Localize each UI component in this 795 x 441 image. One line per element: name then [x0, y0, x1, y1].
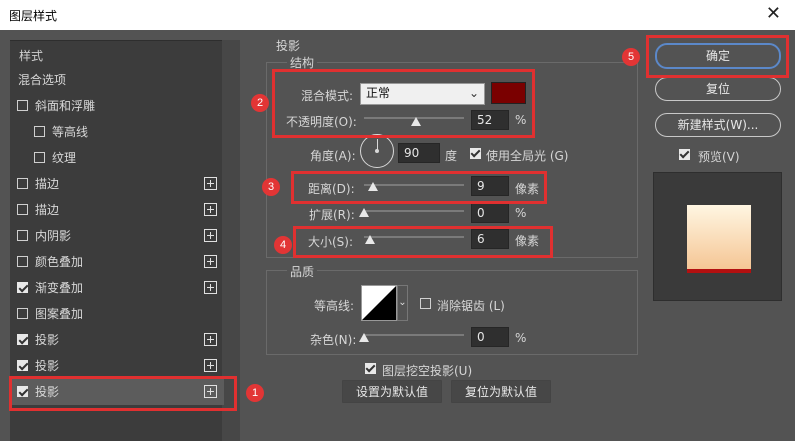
add-effect-icon[interactable]: [204, 177, 217, 190]
annotation-box-1: [9, 376, 237, 411]
style-item-label: 图案叠加: [35, 307, 84, 321]
angle-unit: 度: [445, 149, 458, 163]
style-item-checkbox[interactable]: [17, 282, 28, 293]
reset-button[interactable]: 复位: [655, 77, 781, 101]
set-default-button[interactable]: 设置为默认值: [342, 380, 442, 403]
style-item-checkbox[interactable]: [17, 308, 28, 319]
annotation-badge-3: 3: [262, 178, 280, 196]
reset-default-button[interactable]: 复位为默认值: [451, 380, 551, 403]
style-item[interactable]: 描边: [10, 197, 224, 223]
style-item-checkbox[interactable]: [17, 178, 28, 189]
style-item-checkbox[interactable]: [17, 230, 28, 241]
title-bar: 图层样式 ✕: [0, 0, 795, 30]
chevron-down-icon: ⌄: [398, 297, 407, 308]
spread-slider-track[interactable]: [364, 210, 464, 212]
preview-label: 预览(V): [698, 150, 740, 164]
style-item-label: 投影: [35, 333, 60, 347]
style-item-checkbox[interactable]: [17, 256, 28, 267]
knockout-label: 图层挖空投影(U): [382, 364, 473, 378]
angle-input[interactable]: 90: [398, 143, 440, 163]
new-style-button[interactable]: 新建样式(W)...: [655, 113, 781, 137]
noise-label: 杂色(N):: [310, 333, 357, 347]
anti-alias-checkbox[interactable]: [420, 298, 431, 309]
styles-header[interactable]: 样式: [19, 47, 43, 64]
style-item[interactable]: 渐变叠加: [10, 275, 224, 301]
add-effect-icon[interactable]: [204, 255, 217, 268]
style-item-checkbox[interactable]: [34, 126, 45, 137]
anti-alias-label: 消除锯齿 (L): [437, 299, 505, 313]
style-item-label: 渐变叠加: [35, 281, 84, 295]
annotation-badge-1: 1: [246, 384, 264, 402]
style-item-label: 颜色叠加: [35, 255, 84, 269]
style-item[interactable]: 混合选项: [10, 67, 224, 93]
preview-thumbnail: [653, 172, 782, 301]
spread-unit: %: [515, 206, 527, 220]
quality-title: 品质: [287, 263, 318, 280]
close-icon[interactable]: ✕: [766, 3, 781, 25]
style-item[interactable]: 等高线: [10, 119, 224, 145]
noise-unit: %: [515, 331, 527, 345]
noise-input[interactable]: 0: [471, 327, 509, 347]
annotation-box-3: [291, 171, 547, 204]
contour-preview[interactable]: [361, 285, 397, 321]
style-item-label: 描边: [35, 177, 60, 191]
contour-curve-icon: [362, 286, 396, 320]
preview-swatch: [687, 205, 751, 273]
style-item[interactable]: 图案叠加: [10, 301, 224, 327]
style-item[interactable]: 投影: [10, 327, 224, 353]
spread-input[interactable]: 0: [471, 203, 509, 223]
style-item[interactable]: 纹理: [10, 145, 224, 171]
annotation-badge-2: 2: [251, 94, 269, 112]
annotation-badge-5: 5: [622, 48, 640, 66]
spread-slider-thumb[interactable]: [359, 208, 369, 217]
style-item-checkbox[interactable]: [17, 334, 28, 345]
angle-label: 角度(A):: [310, 149, 356, 163]
global-light-label: 使用全局光 (G): [486, 149, 569, 163]
angle-dial[interactable]: [360, 134, 394, 168]
style-item-label: 混合选项: [18, 73, 67, 87]
window-title: 图层样式: [9, 9, 58, 23]
style-item-checkbox[interactable]: [17, 100, 28, 111]
style-item-label: 等高线: [52, 125, 89, 139]
annotation-box-4: [293, 226, 553, 258]
style-item-label: 纹理: [52, 151, 77, 165]
spread-label: 扩展(R):: [309, 208, 355, 222]
annotation-box-5: [646, 35, 789, 78]
style-item-checkbox[interactable]: [17, 360, 28, 371]
style-item[interactable]: 颜色叠加: [10, 249, 224, 275]
knockout-checkbox[interactable]: [365, 363, 376, 374]
style-item[interactable]: 描边: [10, 171, 224, 197]
add-effect-icon[interactable]: [204, 359, 217, 372]
add-effect-icon[interactable]: [204, 229, 217, 242]
global-light-checkbox[interactable]: [470, 148, 481, 159]
noise-slider-thumb[interactable]: [359, 333, 369, 342]
noise-slider-track[interactable]: [364, 334, 464, 336]
style-item[interactable]: 斜面和浮雕: [10, 93, 224, 119]
style-item-label: 内阴影: [35, 229, 72, 243]
style-item-checkbox[interactable]: [17, 204, 28, 215]
style-item-label: 斜面和浮雕: [35, 99, 96, 113]
annotation-badge-4: 4: [274, 236, 292, 254]
annotation-box-2: [272, 69, 535, 138]
add-effect-icon[interactable]: [204, 333, 217, 346]
style-item-checkbox[interactable]: [34, 152, 45, 163]
add-effect-icon[interactable]: [204, 203, 217, 216]
preview-checkbox[interactable]: [679, 149, 690, 160]
contour-label: 等高线:: [314, 299, 355, 313]
section-title: 投影: [276, 39, 301, 53]
style-item-label: 描边: [35, 203, 60, 217]
contour-dropdown-button[interactable]: ⌄: [397, 285, 408, 321]
add-effect-icon[interactable]: [204, 281, 217, 294]
style-item[interactable]: 内阴影: [10, 223, 224, 249]
